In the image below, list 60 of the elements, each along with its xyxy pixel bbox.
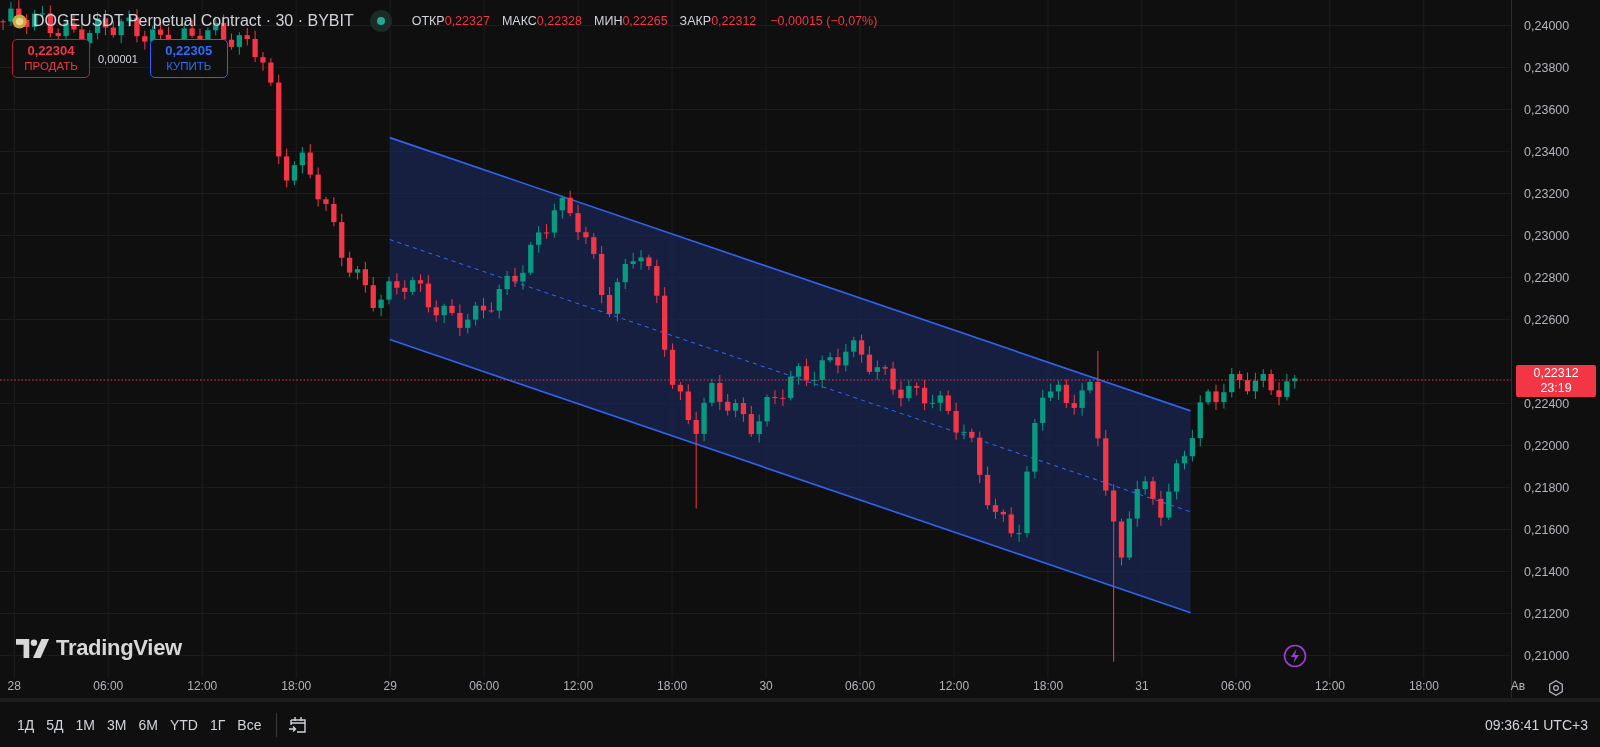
ohlc-label: МИН — [594, 14, 623, 28]
price-axis-label: 0,23600 — [1524, 101, 1570, 118]
price-axis-label: 0,22600 — [1524, 311, 1570, 328]
time-axis-label: 18:00 — [281, 679, 312, 693]
time-axis-label: 12:00 — [187, 679, 218, 693]
time-axis-label: 28 — [7, 679, 21, 693]
time-axis-label: 06:00 — [93, 679, 124, 693]
time-axis-label: 30 — [759, 679, 773, 693]
time-axis-label: 12:00 — [939, 679, 970, 693]
ohlc-label: МАКС — [501, 14, 537, 28]
logo-text: TradingView — [56, 635, 182, 661]
logo-icon — [16, 638, 50, 658]
price-axis-label: 0,22000 — [1524, 437, 1570, 454]
time-axis-label: 18:00 — [1033, 679, 1064, 693]
price-axis-label: 0,21200 — [1524, 606, 1570, 623]
ohlc-value: 0,22265 — [622, 14, 668, 28]
price-axis-label: 0,23200 — [1524, 185, 1570, 202]
price-axis-label: 0,21400 — [1524, 564, 1570, 581]
range-button[interactable]: 1М — [70, 712, 100, 737]
time-axis-label: 31 — [1135, 679, 1149, 693]
range-button[interactable]: 1Г — [204, 712, 231, 737]
spread-value: 0,00001 — [98, 52, 138, 65]
time-axis-label: 29 — [383, 679, 397, 693]
price-axis-label: 0,22800 — [1524, 269, 1570, 286]
time-axis-label: 06:00 — [469, 679, 500, 693]
clock: 09:36:41 UTC+3 — [1484, 716, 1588, 733]
range-button[interactable]: Все — [232, 712, 267, 737]
price-change: −0,00015 (−0,07%) — [770, 14, 878, 28]
time-axis-label: 18:00 — [657, 679, 688, 693]
bar-countdown: 23:19 — [1540, 381, 1572, 397]
settings-icon[interactable] — [1547, 679, 1566, 697]
ohlc-value: 0,22327 — [444, 14, 490, 28]
price-axis-label: 0,23400 — [1524, 143, 1570, 160]
ohlc-value: 0,22312 — [711, 14, 757, 28]
time-axis-label: Ав — [1510, 679, 1526, 693]
buy-button[interactable]: 0,22305 КУПИТЬ — [149, 39, 228, 78]
range-button[interactable]: 1Д — [12, 712, 40, 737]
range-button[interactable]: 5Д — [41, 712, 69, 737]
price-axis-label: 0,23800 — [1524, 59, 1570, 76]
time-axis-label: 12:00 — [563, 679, 594, 693]
coin-icon — [12, 13, 27, 29]
time-axis-label: 18:00 — [1408, 679, 1439, 693]
range-button[interactable]: 3М — [102, 712, 132, 737]
time-axis-label: 06:00 — [1221, 679, 1251, 693]
ohlc-value: 0,22328 — [536, 14, 582, 28]
price-axis-label: 0,21000 — [1524, 648, 1570, 665]
range-button[interactable]: YTD — [164, 712, 203, 737]
sell-button[interactable]: 0,22304 ПРОДАТЬ — [12, 39, 90, 78]
price-axis-label: 0,22400 — [1524, 395, 1570, 412]
price-axis-label: 0,23000 — [1524, 227, 1570, 244]
price-axis-label: 0,21800 — [1524, 479, 1570, 496]
time-axis-label: 12:00 — [1314, 679, 1345, 693]
lightning-icon[interactable] — [1283, 644, 1307, 668]
ohlc-label: ОТКР — [411, 14, 445, 28]
last-price: 0,22312 — [1533, 366, 1579, 382]
price-axis-label: 0,21600 — [1524, 522, 1570, 538]
price-axis-label: 0,24000 — [1524, 17, 1570, 34]
ohlc-label: ЗАКР — [679, 14, 712, 28]
time-axis-label: 06:00 — [845, 679, 876, 693]
range-button[interactable]: 6М — [133, 712, 163, 737]
